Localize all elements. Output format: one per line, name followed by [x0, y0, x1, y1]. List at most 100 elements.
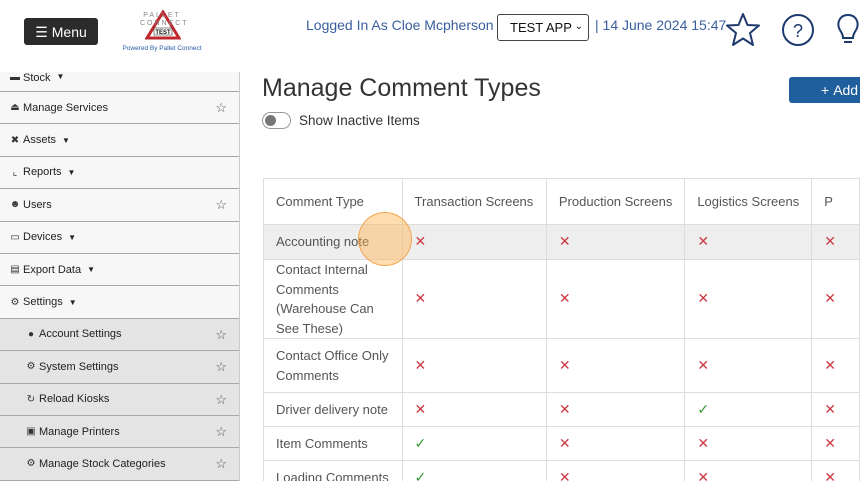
cell-status: ✕	[545, 338, 686, 393]
sidebar-item-account-settings[interactable]: ● Account Settings ☆	[0, 318, 239, 352]
sidebar-item-manage-printers[interactable]: ▣ Manage Printers ☆	[0, 415, 239, 449]
logo-badge: TEST	[155, 30, 171, 36]
comment-types-table: Comment Type Transaction Screens Product…	[263, 178, 860, 481]
caret-down-icon: ▼	[87, 265, 96, 275]
cell-status: ✕	[401, 259, 547, 339]
chevron-down-icon: ⌄	[574, 21, 583, 32]
table-row[interactable]: Driver delivery note ✕ ✕ ✓ ✕	[263, 392, 860, 427]
col-transaction-screens[interactable]: Transaction Screens	[401, 178, 547, 225]
cogs-icon: ⚙	[26, 458, 36, 470]
table-row[interactable]: Accounting note ✕ ✕ ✕ ✕	[263, 224, 860, 260]
sidebar-item-label: Export Data	[23, 263, 82, 276]
sidebar-item-manage-services[interactable]: ⏏ Manage Services ☆	[0, 92, 239, 125]
favorite-star-icon[interactable]: ☆	[215, 392, 227, 408]
sidebar-item-label: Assets	[23, 134, 57, 147]
sidebar-item-label: Settings	[23, 296, 63, 309]
favorite-star-icon[interactable]: ☆	[215, 456, 227, 472]
cross-icon: ✕	[558, 290, 571, 307]
favorite-star-icon[interactable]: ☆	[215, 197, 227, 213]
cogs-icon: ⚙	[26, 361, 36, 373]
cross-icon: ✕	[414, 356, 427, 373]
caret-down-icon: ▼	[68, 232, 77, 242]
sidebar-item-settings[interactable]: ⚙ Settings ▼	[0, 286, 239, 319]
cross-icon: ✕	[697, 356, 710, 373]
cell-status: ✕	[811, 259, 860, 339]
cross-icon: ✕	[824, 233, 836, 250]
sidebar-item-users[interactable]: ☻ Users ☆	[0, 189, 239, 222]
app-select[interactable]: TEST APP ⌄	[497, 14, 589, 41]
add-button[interactable]: + Add	[789, 77, 860, 103]
cell-status: ✕	[684, 338, 813, 393]
sidebar-item-reload-kiosks[interactable]: ↻ Reload Kiosks ☆	[0, 383, 239, 416]
cross-icon: ✕	[697, 468, 710, 481]
table-row[interactable]: Item Comments ✓ ✕ ✕ ✕	[263, 426, 860, 461]
refresh-icon: ↻	[26, 393, 36, 405]
table-row[interactable]: Loading Comments ✓ ✕ ✕ ✕	[263, 460, 860, 481]
cogs-icon: ⚙	[10, 296, 20, 308]
export-icon: ▤	[10, 264, 20, 276]
datetime-text: | 14 June 2024 15:47	[595, 17, 727, 33]
cell-status: ✓	[684, 392, 813, 427]
monitor-icon: ▭	[10, 231, 20, 243]
cross-icon: ✕	[824, 356, 836, 373]
user-icon: ●	[27, 328, 35, 340]
favorite-star-icon[interactable]: ☆	[215, 424, 227, 440]
table-header-row: Comment Type Transaction Screens Product…	[263, 178, 860, 225]
col-production-screens[interactable]: Production Screens	[545, 178, 686, 225]
sidebar-item-manage-stock-categories[interactable]: ⚙ Manage Stock Categories ☆	[0, 448, 239, 481]
col-partial[interactable]: P	[811, 178, 860, 225]
caret-down-icon: ▼	[62, 135, 70, 145]
sidebar-item-stock[interactable]: ▬ Stock ▼	[0, 72, 239, 92]
svg-text:?: ?	[793, 21, 803, 41]
sidebar-item-devices[interactable]: ▭ Devices ▼	[0, 221, 239, 254]
favorite-star-icon[interactable]: ☆	[215, 327, 227, 343]
menu-button[interactable]: ☰ Menu	[24, 18, 98, 45]
sidebar: ▬ Stock ▼ ⏏ Manage Services ☆ ✖ Assets ▼ ⌞ Reports…	[0, 72, 240, 481]
sidebar-item-label: Account Settings	[39, 328, 122, 341]
sidebar-item-reports[interactable]: ⌞ Reports ▼	[0, 156, 239, 190]
sidebar-item-system-settings[interactable]: ⚙ System Settings ☆	[0, 351, 239, 384]
table-row[interactable]: Contact Office Only Comments ✕ ✕ ✕ ✕	[263, 338, 860, 393]
cross-icon: ✕	[824, 468, 836, 481]
page-title: Manage Comment Types	[262, 74, 541, 102]
star-icon[interactable]	[725, 12, 761, 48]
sidebar-item-export-data[interactable]: ▤ Export Data ▼	[0, 253, 239, 287]
cross-icon: ✕	[697, 290, 710, 307]
cell-status: ✕	[684, 259, 813, 339]
cross-icon: ✕	[414, 233, 427, 250]
chart-icon: ⌞	[12, 166, 18, 178]
main-content: Manage Comment Types + Add Show Inactive…	[240, 72, 860, 481]
cross-icon: ✕	[697, 434, 710, 451]
cell-status: ✕	[684, 460, 813, 481]
table-row[interactable]: Contact Internal Comments (Warehouse Can…	[263, 259, 860, 339]
show-inactive-toggle[interactable]	[262, 112, 291, 129]
comment-type-name: Loading Comments	[263, 460, 403, 481]
help-icon[interactable]: ?	[780, 12, 816, 48]
cross-icon: ✕	[824, 400, 836, 417]
cross-icon: ✕	[558, 468, 571, 481]
sidebar-item-label: Reload Kiosks	[39, 393, 110, 406]
cross-icon: ✕	[824, 290, 836, 307]
sidebar-item-label: Manage Services	[23, 101, 108, 114]
cross-icon: ✕	[414, 400, 427, 417]
cross-icon: ✕	[558, 233, 571, 250]
sidebar-item-label: Stock	[23, 72, 51, 84]
click-indicator	[358, 212, 412, 266]
sidebar-item-assets[interactable]: ✖ Assets ▼	[0, 124, 239, 157]
lightbulb-icon[interactable]	[830, 12, 860, 48]
users-icon: ☻	[9, 199, 21, 211]
cell-status: ✓	[401, 426, 547, 461]
pallet-connect-logo[interactable]: TEST PALLET CONNECT Powered By Pallet Co…	[120, 8, 204, 56]
favorite-star-icon[interactable]: ☆	[215, 100, 227, 116]
toggle-label: Show Inactive Items	[299, 113, 420, 128]
favorite-star-icon[interactable]: ☆	[215, 359, 227, 375]
cross-icon: ✕	[558, 356, 571, 373]
col-logistics-screens[interactable]: Logistics Screens	[684, 178, 813, 225]
check-icon: ✓	[414, 434, 427, 451]
top-header: ☰ Menu TEST PALLET CONNECT Powered By Pa…	[0, 0, 860, 72]
cell-status: ✕	[401, 338, 547, 393]
printer-icon: ▣	[26, 426, 36, 438]
caret-down-icon: ▼	[67, 167, 76, 177]
cell-status: ✕	[811, 392, 860, 427]
sidebar-item-label: System Settings	[39, 360, 119, 373]
